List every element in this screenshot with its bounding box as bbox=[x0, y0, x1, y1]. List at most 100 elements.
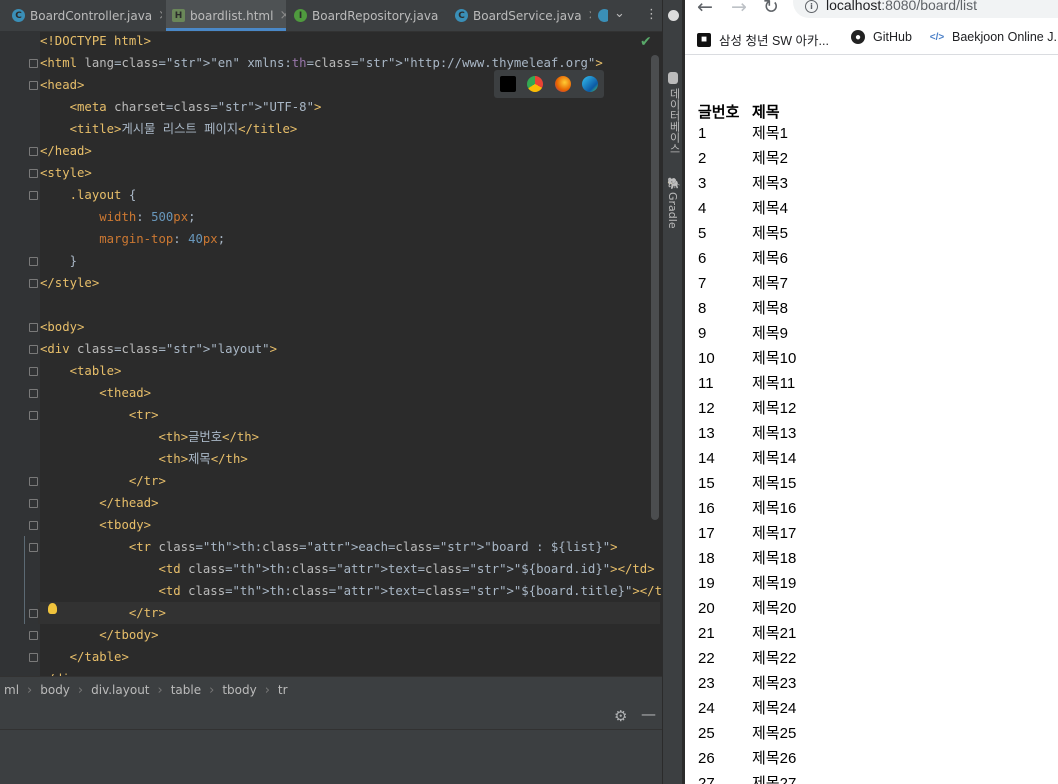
fold-marker-icon[interactable] bbox=[29, 279, 38, 288]
table-row: 15 제목15 bbox=[696, 474, 798, 499]
code-line[interactable]: </thead> bbox=[40, 492, 158, 514]
gradle-tool-label[interactable]: Gradle bbox=[666, 192, 679, 229]
info-icon[interactable]: i bbox=[805, 0, 818, 13]
code-line[interactable]: </style> bbox=[40, 272, 99, 294]
fold-marker-icon[interactable] bbox=[29, 543, 38, 552]
fold-marker-icon[interactable] bbox=[29, 521, 38, 530]
gradle-icon[interactable]: 🐘 bbox=[667, 177, 681, 190]
code-line[interactable]: <td class="th">th:class="attr">text=clas… bbox=[40, 580, 662, 602]
code-line[interactable]: </head> bbox=[40, 140, 92, 162]
ide-window: C BoardController.java × H boardlist.htm… bbox=[0, 0, 662, 784]
fold-marker-icon[interactable] bbox=[29, 59, 38, 68]
fold-marker-icon[interactable] bbox=[29, 477, 38, 486]
breadcrumb-item[interactable]: div.layout bbox=[87, 683, 153, 697]
reload-icon[interactable]: ↻ bbox=[763, 0, 779, 18]
lightbulb-icon[interactable] bbox=[48, 603, 57, 614]
tab-boardlist-html[interactable]: H boardlist.html × bbox=[166, 0, 286, 31]
more-vertical-icon[interactable]: ⋮ bbox=[645, 7, 658, 22]
code-line[interactable]: <style> bbox=[40, 162, 92, 184]
fold-marker-icon[interactable] bbox=[29, 499, 38, 508]
code-line[interactable]: <body> bbox=[40, 316, 84, 338]
fold-marker-icon[interactable] bbox=[29, 631, 38, 640]
gear-icon[interactable]: ⚙ bbox=[614, 707, 627, 725]
code-line[interactable]: <td class="th">th:class="attr">text=clas… bbox=[40, 558, 654, 580]
breadcrumb-item[interactable]: tr bbox=[274, 683, 292, 697]
tab-board-service[interactable]: C BoardService.java × bbox=[455, 0, 591, 31]
code-line[interactable]: <head> bbox=[40, 74, 84, 96]
table-row: 17 제목17 bbox=[696, 524, 798, 549]
html-file-icon: H bbox=[172, 9, 185, 22]
forward-arrow-icon[interactable]: → bbox=[731, 0, 747, 18]
chevron-right-icon: › bbox=[157, 682, 163, 698]
table-row: 3 제목3 bbox=[696, 174, 798, 199]
editor-scrollbar[interactable] bbox=[651, 55, 659, 520]
board-id-cell: 25 bbox=[698, 725, 715, 742]
board-title-cell: 제목17 bbox=[752, 525, 797, 542]
code-line[interactable]: </tbody> bbox=[40, 624, 158, 646]
code-line[interactable]: <div class=class="str">"layout"> bbox=[40, 338, 277, 360]
table-row: 10 제목10 bbox=[696, 349, 798, 374]
minimize-icon[interactable]: — bbox=[641, 705, 656, 723]
code-line[interactable]: margin-top: 40px; bbox=[40, 228, 225, 250]
url-text[interactable]: localhost:8080/board/list bbox=[826, 0, 977, 13]
database-tool-label[interactable]: 데이터베이스 bbox=[666, 88, 682, 154]
close-icon[interactable]: × bbox=[279, 8, 286, 23]
code-line[interactable]: width: 500px; bbox=[40, 206, 195, 228]
open-in-browser-toolbar bbox=[494, 70, 604, 98]
board-id-cell: 14 bbox=[698, 450, 715, 467]
tab-board-repository[interactable]: I BoardRepository.java × bbox=[294, 0, 444, 31]
bookmark-ssafy[interactable]: ■ 삼성 청년 SW 아카... bbox=[697, 30, 829, 49]
board-id-cell: 12 bbox=[698, 400, 715, 417]
edge-icon[interactable] bbox=[582, 76, 599, 92]
chrome-icon[interactable] bbox=[527, 76, 544, 92]
fold-marker-icon[interactable] bbox=[29, 191, 38, 200]
fold-marker-icon[interactable] bbox=[29, 411, 38, 420]
code-line[interactable]: .layout { bbox=[40, 184, 137, 206]
table-row: 7 제목7 bbox=[696, 274, 798, 299]
code-line[interactable]: <tr> bbox=[40, 404, 159, 426]
breadcrumb-item[interactable]: tbody bbox=[218, 683, 260, 697]
fold-marker-icon[interactable] bbox=[29, 609, 38, 618]
breadcrumb-item[interactable]: body bbox=[36, 683, 74, 697]
back-arrow-icon[interactable]: ← bbox=[697, 0, 713, 18]
close-icon[interactable]: × bbox=[588, 8, 591, 23]
fold-marker-icon[interactable] bbox=[29, 81, 38, 90]
code-line[interactable]: } bbox=[40, 250, 77, 272]
tab-overflow[interactable] bbox=[598, 0, 608, 31]
code-line[interactable]: <th>글번호</th> bbox=[40, 426, 259, 448]
fold-marker-icon[interactable] bbox=[29, 257, 38, 266]
intellij-icon[interactable] bbox=[499, 76, 516, 92]
breadcrumb-item[interactable]: ml bbox=[0, 683, 23, 697]
code-line[interactable]: <table> bbox=[40, 360, 122, 382]
code-line[interactable]: </table> bbox=[40, 646, 129, 668]
code-line[interactable]: <title>게시물 리스트 페이지</title> bbox=[40, 118, 298, 140]
notifications-icon[interactable] bbox=[668, 10, 679, 21]
fold-marker-icon[interactable] bbox=[29, 345, 38, 354]
code-line[interactable]: <th>제목</th> bbox=[40, 448, 247, 470]
database-icon[interactable] bbox=[668, 72, 678, 84]
chevron-down-icon[interactable]: ⌄ bbox=[614, 6, 625, 21]
fold-marker-icon[interactable] bbox=[29, 367, 38, 376]
code-line[interactable]: </tr> bbox=[38, 602, 660, 624]
fold-marker-icon[interactable] bbox=[29, 169, 38, 178]
code-line[interactable]: <tbody> bbox=[40, 514, 151, 536]
class-icon: C bbox=[12, 9, 25, 22]
ssafy-favicon-icon: ■ bbox=[697, 32, 711, 47]
bookmark-github[interactable]: ● GitHub bbox=[851, 30, 912, 44]
fold-marker-icon[interactable] bbox=[29, 147, 38, 156]
close-icon[interactable]: × bbox=[158, 8, 162, 23]
breadcrumb-item[interactable]: table bbox=[167, 683, 205, 697]
code-line[interactable]: <tr class="th">th:class="attr">each=clas… bbox=[40, 536, 618, 558]
firefox-icon[interactable] bbox=[554, 76, 571, 92]
board-title-cell: 제목16 bbox=[752, 500, 797, 517]
fold-marker-icon[interactable] bbox=[29, 389, 38, 398]
bookmark-baekjoon[interactable]: </> Baekjoon Online J... bbox=[930, 30, 1058, 44]
fold-marker-icon[interactable] bbox=[29, 323, 38, 332]
code-line[interactable]: <thead> bbox=[40, 382, 151, 404]
fold-marker-icon[interactable] bbox=[29, 653, 38, 662]
code-line[interactable]: <meta charset=class="str">"UTF-8"> bbox=[40, 96, 322, 118]
code-editor[interactable]: <!DOCTYPE html> <html lang=class="str">"e… bbox=[38, 30, 662, 686]
code-line[interactable]: </tr> bbox=[40, 470, 166, 492]
code-line[interactable]: <!DOCTYPE html> bbox=[40, 30, 151, 52]
tab-board-controller[interactable]: C BoardController.java × bbox=[12, 0, 162, 31]
